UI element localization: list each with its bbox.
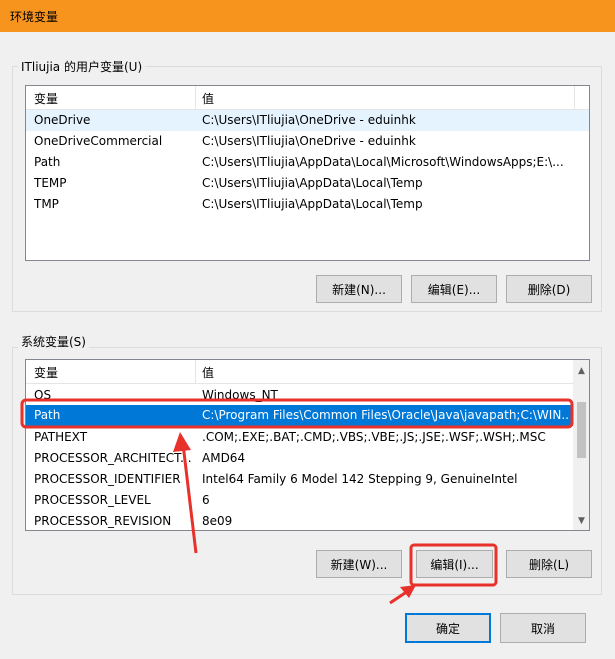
title-bar[interactable]: 环境变量 <box>0 0 615 32</box>
column-header-variable[interactable]: 变量 <box>34 90 58 107</box>
table-row[interactable]: PROCESSOR_ARCHITECT... AMD64 <box>26 448 589 469</box>
system-vars-header: 变量 值 <box>26 360 589 384</box>
var-value: C:\Users\ITliujia\AppData\Local\Temp <box>202 176 423 190</box>
var-name: PATHEXT <box>34 430 88 444</box>
var-value: AMD64 <box>202 451 246 465</box>
var-value: .COM;.EXE;.BAT;.CMD;.VBS;.VBE;.JS;.JSE;.… <box>202 430 546 444</box>
table-row[interactable]: PATHEXT .COM;.EXE;.BAT;.CMD;.VBS;.VBE;.J… <box>26 427 589 448</box>
column-separator[interactable] <box>195 86 196 109</box>
table-row[interactable]: TMP C:\Users\ITliujia\AppData\Local\Temp <box>26 194 589 215</box>
table-row[interactable]: Path C:\Users\ITliujia\AppData\Local\Mic… <box>26 152 589 173</box>
var-value: C:\Program Files\Common Files\Oracle\Jav… <box>202 408 570 422</box>
scroll-up-icon[interactable]: ▲ <box>573 362 589 379</box>
var-name: PROCESSOR_ARCHITECT... <box>34 451 192 465</box>
column-header-value[interactable]: 值 <box>202 90 214 107</box>
var-name: TMP <box>34 197 59 211</box>
system-vars-scrollbar[interactable]: ▲ ▼ <box>573 360 589 530</box>
var-name: PROCESSOR_IDENTIFIER <box>34 472 181 486</box>
column-separator[interactable] <box>574 86 575 109</box>
var-name: Path <box>34 155 61 169</box>
var-value: Intel64 Family 6 Model 142 Stepping 9, G… <box>202 472 518 486</box>
system-vars-list[interactable]: 变量 值 OS Windows_NT Path C:\Program Files… <box>25 359 590 531</box>
table-row[interactable]: TEMP C:\Users\ITliujia\AppData\Local\Tem… <box>26 173 589 194</box>
table-row[interactable]: PROCESSOR_LEVEL 6 <box>26 490 589 511</box>
scroll-down-icon[interactable]: ▼ <box>573 512 589 529</box>
var-name: OneDriveCommercial <box>34 134 163 148</box>
var-value: 6 <box>202 493 210 507</box>
ok-button[interactable]: 确定 <box>405 613 491 643</box>
var-value: C:\Users\ITliujia\AppData\Local\Temp <box>202 197 423 211</box>
user-delete-button[interactable]: 删除(D) <box>506 275 592 303</box>
user-vars-group-title: ITliujia 的用户变量(U) <box>18 58 146 75</box>
var-value: C:\Users\ITliujia\OneDrive - eduinhk <box>202 113 416 127</box>
scroll-thumb[interactable] <box>577 402 586 458</box>
var-value: Windows_NT <box>202 388 278 402</box>
cancel-button[interactable]: 取消 <box>500 613 586 643</box>
var-value: C:\Users\ITliujia\AppData\Local\Microsof… <box>202 155 564 169</box>
table-row[interactable]: PROCESSOR_REVISION 8e09 <box>26 511 589 530</box>
table-row-selected[interactable]: Path C:\Program Files\Common Files\Oracl… <box>26 405 589 426</box>
user-vars-list[interactable]: 变量 值 OneDrive C:\Users\ITliujia\OneDrive… <box>25 85 590 261</box>
var-value: 8e09 <box>202 514 233 528</box>
var-name: PROCESSOR_LEVEL <box>34 493 151 507</box>
var-value: C:\Users\ITliujia\OneDrive - eduinhk <box>202 134 416 148</box>
var-name: PROCESSOR_REVISION <box>34 514 172 528</box>
var-name: OneDrive <box>34 113 91 127</box>
table-row[interactable]: OneDriveCommercial C:\Users\ITliujia\One… <box>26 131 589 152</box>
column-separator[interactable] <box>195 360 196 383</box>
var-name: TEMP <box>34 176 67 190</box>
user-edit-button[interactable]: 编辑(E)... <box>411 275 497 303</box>
table-row[interactable]: PROCESSOR_IDENTIFIER Intel64 Family 6 Mo… <box>26 469 589 490</box>
system-new-button[interactable]: 新建(W)... <box>316 550 402 578</box>
user-vars-header: 变量 值 <box>26 86 589 110</box>
var-name: Path <box>34 408 61 422</box>
system-delete-button[interactable]: 删除(L) <box>506 550 592 578</box>
column-header-variable[interactable]: 变量 <box>34 364 58 381</box>
table-row[interactable]: OneDrive C:\Users\ITliujia\OneDrive - ed… <box>26 110 589 131</box>
var-name: OS <box>34 388 52 402</box>
user-new-button[interactable]: 新建(N)... <box>316 275 402 303</box>
table-row[interactable]: OS Windows_NT <box>26 385 589 406</box>
column-header-value[interactable]: 值 <box>202 364 214 381</box>
system-edit-button[interactable]: 编辑(I)... <box>416 550 493 578</box>
window-title: 环境变量 <box>10 10 59 24</box>
system-vars-group-title: 系统变量(S) <box>18 333 89 350</box>
